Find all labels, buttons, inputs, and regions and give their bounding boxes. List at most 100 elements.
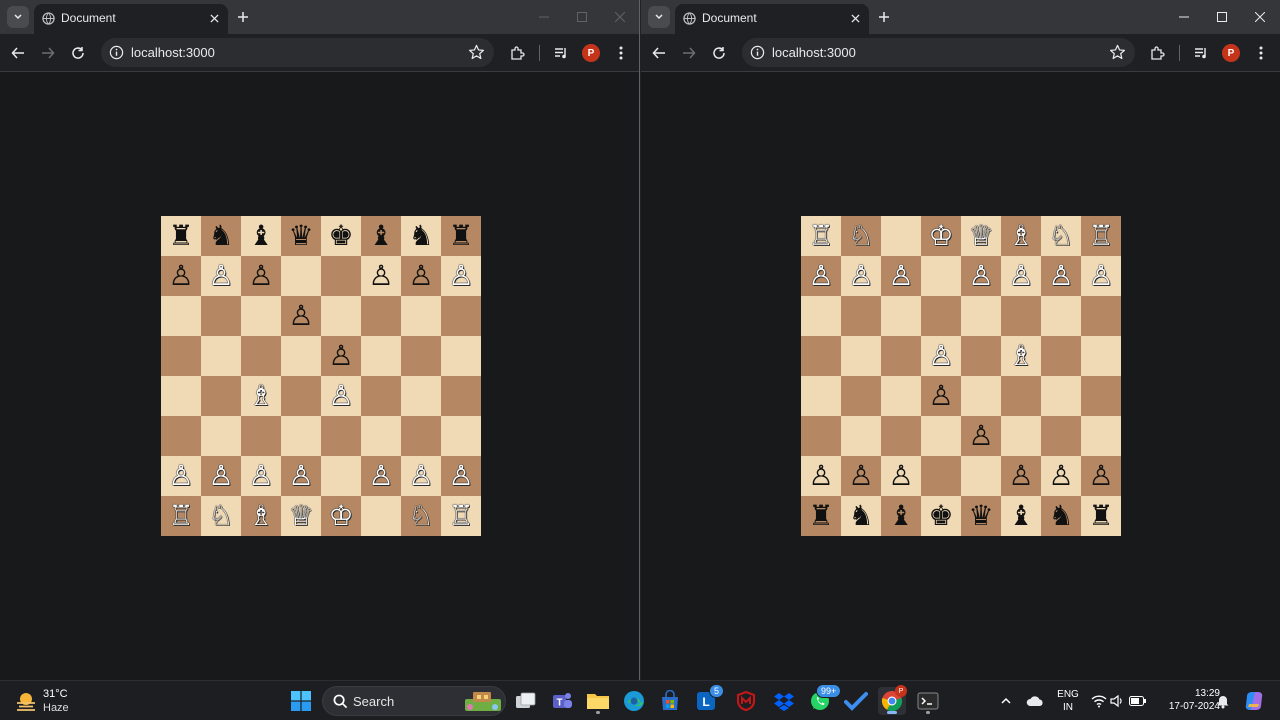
board-square[interactable]: ♘ (201, 496, 241, 536)
star-icon[interactable] (468, 44, 485, 61)
board-square[interactable] (281, 336, 321, 376)
board-square[interactable]: ♝ (1001, 496, 1041, 536)
board-square[interactable]: ♔ (921, 216, 961, 256)
board-square[interactable] (841, 336, 881, 376)
board-square[interactable] (1081, 376, 1121, 416)
board-square[interactable]: ♙ (921, 336, 961, 376)
black-king-piece[interactable]: ♚ (928, 502, 953, 530)
tab-document[interactable]: Document (675, 4, 869, 34)
white-pawn-piece[interactable]: ♙ (808, 262, 833, 290)
board-square[interactable]: ♙ (881, 456, 921, 496)
board-square[interactable]: ♕ (961, 216, 1001, 256)
board-square[interactable]: ♙ (281, 296, 321, 336)
white-pawn-piece[interactable]: ♙ (288, 462, 313, 490)
white-rook-piece[interactable]: ♖ (168, 502, 193, 530)
speaker-icon[interactable] (1106, 687, 1128, 715)
board-square[interactable] (801, 296, 841, 336)
black-pawn-piece[interactable]: ♙ (888, 462, 913, 490)
white-knight-piece[interactable]: ♘ (208, 502, 233, 530)
board-square[interactable] (961, 376, 1001, 416)
board-square[interactable] (401, 376, 441, 416)
info-icon[interactable] (109, 45, 124, 60)
board-square[interactable]: ♙ (1001, 456, 1041, 496)
board-square[interactable]: ♚ (321, 216, 361, 256)
board-square[interactable] (441, 296, 481, 336)
info-icon[interactable] (750, 45, 765, 60)
white-queen-piece[interactable]: ♕ (288, 502, 313, 530)
board-square[interactable] (321, 256, 361, 296)
white-king-piece[interactable]: ♔ (928, 222, 953, 250)
white-knight-piece[interactable]: ♘ (1048, 222, 1073, 250)
board-square[interactable]: ♖ (441, 496, 481, 536)
board-square[interactable]: ♘ (1041, 216, 1081, 256)
board-square[interactable]: ♙ (1041, 456, 1081, 496)
weather-haze-icon[interactable] (12, 687, 40, 715)
board-square[interactable]: ♙ (961, 416, 1001, 456)
board-square[interactable]: ♞ (201, 216, 241, 256)
white-pawn-piece[interactable]: ♙ (1088, 262, 1113, 290)
black-pawn-piece[interactable]: ♙ (328, 342, 353, 370)
black-pawn-piece[interactable]: ♙ (408, 262, 433, 290)
board-square[interactable]: ♙ (321, 336, 361, 376)
black-pawn-piece[interactable]: ♙ (368, 262, 393, 290)
onedrive-cloud-icon[interactable] (1022, 687, 1048, 715)
board-square[interactable] (361, 336, 401, 376)
board-square[interactable] (1041, 296, 1081, 336)
board-square[interactable]: ♙ (161, 456, 201, 496)
black-pawn-piece[interactable]: ♙ (1008, 462, 1033, 490)
white-pawn-piece[interactable]: ♙ (408, 462, 433, 490)
board-square[interactable] (281, 416, 321, 456)
board-square[interactable]: ♙ (401, 256, 441, 296)
puzzle-icon[interactable] (1147, 43, 1167, 63)
board-square[interactable]: ♞ (401, 216, 441, 256)
board-square[interactable]: ♘ (401, 496, 441, 536)
linkedin-icon[interactable]: L 5 (692, 684, 725, 715)
window-close-icon[interactable] (1248, 6, 1272, 28)
black-bishop-piece[interactable]: ♝ (1008, 502, 1033, 530)
board-square[interactable] (361, 416, 401, 456)
microsoft-store-icon[interactable] (656, 687, 684, 715)
address-bar[interactable]: localhost:3000 (742, 38, 1135, 67)
board-square[interactable] (441, 376, 481, 416)
mcafee-icon[interactable] (732, 687, 760, 715)
white-pawn-piece[interactable]: ♙ (168, 462, 193, 490)
board-square[interactable] (441, 336, 481, 376)
maximize-icon[interactable] (570, 6, 594, 28)
reload-icon[interactable] (709, 43, 729, 63)
teams-icon[interactable]: T (548, 687, 576, 715)
board-square[interactable] (1081, 296, 1121, 336)
board-square[interactable] (201, 336, 241, 376)
board-square[interactable] (841, 296, 881, 336)
black-king-piece[interactable]: ♚ (328, 222, 353, 250)
black-pawn-piece[interactable]: ♙ (848, 462, 873, 490)
board-square[interactable]: ♙ (401, 456, 441, 496)
board-square[interactable] (201, 416, 241, 456)
black-pawn-piece[interactable]: ♙ (808, 462, 833, 490)
board-square[interactable]: ♘ (841, 216, 881, 256)
board-square[interactable]: ♙ (841, 456, 881, 496)
maximize-icon[interactable] (1210, 6, 1234, 28)
language-indicator[interactable]: ENG IN (1056, 688, 1080, 714)
windows-start-icon[interactable] (287, 687, 315, 715)
white-pawn-piece[interactable]: ♙ (888, 262, 913, 290)
board-square[interactable] (801, 376, 841, 416)
black-knight-piece[interactable]: ♞ (208, 222, 233, 250)
white-rook-piece[interactable]: ♖ (808, 222, 833, 250)
white-pawn-piece[interactable]: ♙ (448, 262, 473, 290)
board-square[interactable]: ♙ (201, 456, 241, 496)
board-square[interactable] (1081, 416, 1121, 456)
board-square[interactable] (881, 416, 921, 456)
black-rook-piece[interactable]: ♜ (448, 222, 473, 250)
board-square[interactable]: ♙ (961, 256, 1001, 296)
board-square[interactable]: ♙ (841, 256, 881, 296)
board-square[interactable]: ♞ (1041, 496, 1081, 536)
chevron-down-icon[interactable] (648, 6, 670, 28)
board-square[interactable] (921, 416, 961, 456)
board-square[interactable]: ♗ (241, 376, 281, 416)
black-rook-piece[interactable]: ♜ (168, 222, 193, 250)
minimize-icon[interactable] (1172, 6, 1196, 28)
board-square[interactable]: ♙ (361, 456, 401, 496)
board-square[interactable] (881, 216, 921, 256)
board-square[interactable] (841, 376, 881, 416)
white-king-piece[interactable]: ♔ (328, 502, 353, 530)
